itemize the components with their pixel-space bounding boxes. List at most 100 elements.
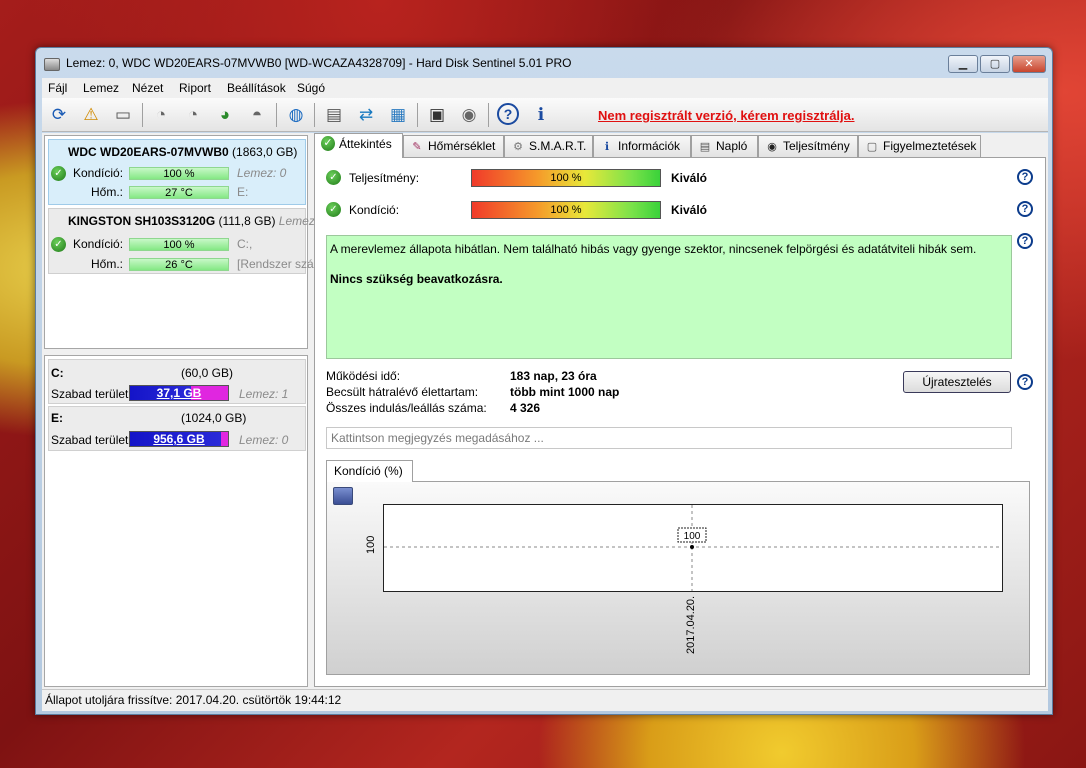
health-bar: 100 % <box>129 167 229 180</box>
free-space-label: Szabad terület <box>51 387 129 401</box>
menu-view[interactable]: Nézet <box>132 81 163 95</box>
help-icon[interactable]: ? <box>1017 169 1033 185</box>
uptime-value: 183 nap, 23 óra <box>510 369 597 383</box>
right-pane: ✓ Áttekintés ✎ Hőmérséklet ⚙ S.M.A.R.T. ℹ In… <box>314 133 1046 687</box>
data-point <box>690 545 694 549</box>
health-ok-icon: ✓ <box>51 166 66 181</box>
note-input[interactable]: Kattintson megjegyzés megadásához ... <box>326 427 1012 449</box>
alerts-icon: ▢ <box>866 141 878 153</box>
tab-temperature[interactable]: ✎ Hőmérséklet <box>403 135 504 157</box>
menu-disk[interactable]: Lemez <box>83 81 119 95</box>
help-icon[interactable]: ? <box>1017 201 1033 217</box>
partition-item-e[interactable]: E: (1024,0 GB) Szabad terület 956,6 GB L… <box>48 406 306 451</box>
save-icon[interactable] <box>333 487 353 505</box>
register-link[interactable]: Nem regisztrált verzió, kérem regisztrál… <box>598 108 855 123</box>
refresh-icon[interactable]: ⟳ <box>47 103 71 127</box>
sync-icon[interactable]: ⇄ <box>354 103 378 127</box>
minimize-button[interactable]: ▁ <box>948 55 978 73</box>
disk-index: Lemez: 0 <box>237 166 287 180</box>
uptime-label: Működési idő: <box>326 369 401 383</box>
info-icon: ℹ <box>604 141 610 153</box>
disk-temp-icon[interactable]: ◔ <box>181 103 205 127</box>
system-label: [Rendszer szá <box>237 257 314 271</box>
partition-letter: E: <box>51 411 63 425</box>
drive-icon[interactable]: ▭ <box>111 103 135 127</box>
menu-help[interactable]: Súgó <box>297 81 325 95</box>
temp-label: Hőm.: <box>91 257 124 271</box>
retest-button[interactable]: Újratesztelés <box>903 371 1011 393</box>
y-tick-label: 100 <box>365 535 377 554</box>
disk-item-wdc[interactable]: WDC WD20EARS-07MVWB0 (1863,0 GB) ✓ Kondí… <box>48 139 306 205</box>
partition-disk: Lemez: 0 <box>239 433 289 447</box>
tab-overview[interactable]: ✓ Áttekintés <box>314 133 403 158</box>
lifetime-value: több mint 1000 nap <box>510 385 620 399</box>
tab-label: S.M.A.R.T. <box>529 139 587 153</box>
monitor-icon[interactable]: ▣ <box>425 103 449 127</box>
chart-tab[interactable]: Kondíció (%) <box>326 460 413 482</box>
toolbar-separator <box>314 103 315 127</box>
tab-alerts[interactable]: ▢ Figyelmeztetések <box>858 135 981 157</box>
window-title: Lemez: 0, WDC WD20EARS-07MVWB0 [WD-WCAZA… <box>66 56 572 70</box>
chart-svg: 100 <box>384 505 1002 591</box>
toolbar-separator <box>142 103 143 127</box>
toolbar: ⟳ ⚠ ▭ ◔ ◔ ◕ ◓ ◍ ▤ ⇄ ▦ ▣ ◉ ? ℹ Nem regisz… <box>42 98 1048 132</box>
smart-icon: ⚙ <box>513 141 523 153</box>
tab-performance[interactable]: ◉ Teljesítmény <box>758 135 858 157</box>
disk-model: KINGSTON SH103S3120G <box>68 214 216 228</box>
report-icon[interactable]: ▤ <box>322 103 346 127</box>
health-rating: Kiváló <box>671 203 708 217</box>
health-bar: 100 % <box>129 238 229 251</box>
close-button[interactable]: ✕ <box>1012 55 1046 73</box>
health-bar: 100 % <box>471 201 661 219</box>
app-icon <box>44 58 60 71</box>
temp-label: Hőm.: <box>91 185 124 199</box>
tab-label: Figyelmeztetések <box>883 139 977 153</box>
check-icon: ✓ <box>321 136 335 152</box>
partition-list: C: (60,0 GB) Szabad terület 37,1 GB Leme… <box>44 355 308 687</box>
free-space-bar: 956,6 GB <box>129 431 229 447</box>
menu-report[interactable]: Riport <box>179 81 211 95</box>
tab-log[interactable]: ▤ Napló <box>691 135 758 157</box>
partition-size: (1024,0 GB) <box>181 411 247 425</box>
partition-item-c[interactable]: C: (60,0 GB) Szabad terület 37,1 GB Leme… <box>48 359 306 404</box>
tab-label: Teljesítmény <box>783 139 850 153</box>
toolbar-separator <box>276 103 277 127</box>
menu-settings[interactable]: Beállítások <box>227 81 286 95</box>
disk-tool-icon[interactable]: ◔ <box>149 103 173 127</box>
help-icon[interactable]: ? <box>497 103 519 125</box>
disk-name: WDC WD20EARS-07MVWB0 (1863,0 GB) <box>68 145 297 159</box>
disk-size: (111,8 GB) <box>218 214 276 228</box>
tab-info[interactable]: ℹ Információk <box>593 135 691 157</box>
free-space-bar: 37,1 GB <box>129 385 229 401</box>
performance-bar: 100 % <box>471 169 661 187</box>
tab-label: Hőmérséklet <box>428 139 496 153</box>
health-label: Kondíció: <box>73 166 124 180</box>
client-area: WDC WD20EARS-07MVWB0 (1863,0 GB) ✓ Kondí… <box>42 133 1048 689</box>
sound-icon[interactable]: ◉ <box>457 103 481 127</box>
help-icon[interactable]: ? <box>1017 374 1033 390</box>
warning-icon[interactable]: ⚠ <box>79 103 103 127</box>
app-window: Lemez: 0, WDC WD20EARS-07MVWB0 [WD-WCAZA… <box>35 47 1053 715</box>
menu-file[interactable]: Fájl <box>48 81 67 95</box>
left-pane: WDC WD20EARS-07MVWB0 (1863,0 GB) ✓ Kondí… <box>44 135 315 687</box>
health-label: Kondíció: <box>349 203 400 217</box>
gauge-icon: ◉ <box>767 141 777 153</box>
performance-label: Teljesítmény: <box>349 171 420 185</box>
disk-search-icon[interactable]: ◓ <box>245 103 269 127</box>
health-ok-icon: ✓ <box>51 237 66 252</box>
status-bar: Állapot utoljára frissítve: 2017.04.20. … <box>42 689 1048 711</box>
tab-label: Információk <box>618 139 681 153</box>
performance-ok-icon: ✓ <box>326 170 341 185</box>
tab-smart[interactable]: ⚙ S.M.A.R.T. <box>504 135 593 157</box>
log-icon: ▤ <box>699 141 711 153</box>
info-icon[interactable]: ℹ <box>529 103 553 127</box>
help-icon[interactable]: ? <box>1017 233 1033 249</box>
disk-item-kingston[interactable]: KINGSTON SH103S3120G (111,8 GB) Lemez ✓ … <box>48 208 315 274</box>
network-icon[interactable]: ▦ <box>386 103 410 127</box>
maximize-button[interactable]: ▢ <box>980 55 1010 73</box>
disk-check-icon[interactable]: ◕ <box>213 103 237 127</box>
point-label: 100 <box>684 531 701 542</box>
globe-icon[interactable]: ◍ <box>284 103 308 127</box>
disk-model: WDC WD20EARS-07MVWB0 <box>68 145 229 159</box>
tab-label: Napló <box>716 139 748 153</box>
